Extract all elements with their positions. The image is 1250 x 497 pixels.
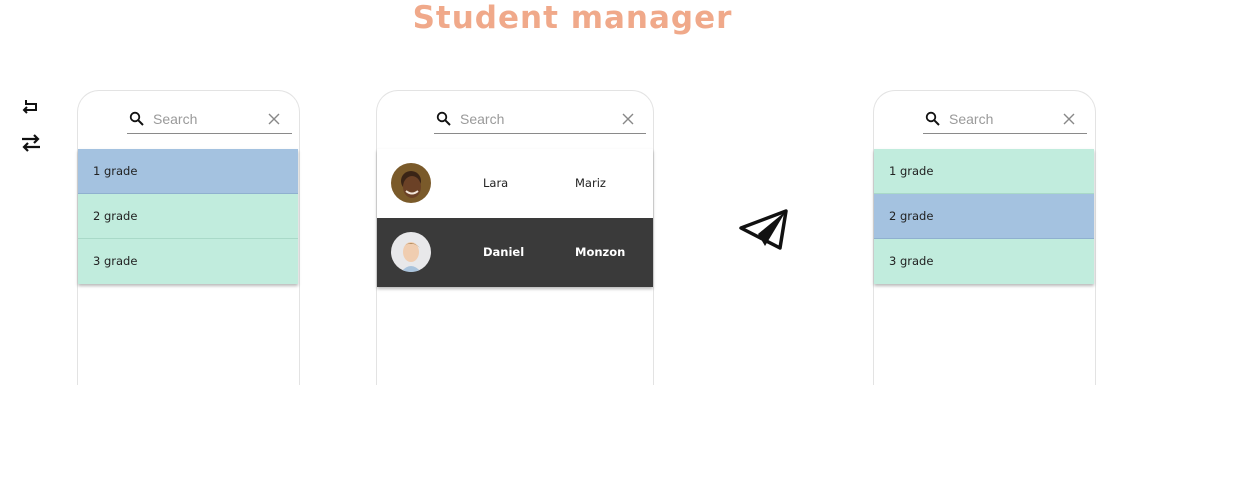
grade-item-2[interactable]: 2 grade <box>874 194 1094 239</box>
avatar <box>391 232 431 272</box>
grade-list-right: 1 grade 2 grade 3 grade <box>874 149 1094 284</box>
search-bar-right <box>923 107 1087 134</box>
search-bar-middle <box>434 107 646 134</box>
grade-item-2[interactable]: 2 grade <box>78 194 298 239</box>
grade-list-left: 1 grade 2 grade 3 grade <box>78 149 298 284</box>
student-row[interactable]: Daniel Monzon <box>377 218 653 287</box>
grade-item-1[interactable]: 1 grade <box>78 149 298 194</box>
page-title: Student manager <box>412 0 733 36</box>
search-icon <box>925 111 940 126</box>
search-input-right[interactable] <box>949 109 1059 129</box>
search-bar-left <box>127 107 292 134</box>
avatar <box>391 163 431 203</box>
swap-arrows-icon[interactable] <box>20 132 42 154</box>
clear-icon[interactable] <box>268 113 280 125</box>
grade-item-3[interactable]: 3 grade <box>874 239 1094 284</box>
search-input-middle[interactable] <box>460 109 570 129</box>
student-last-name: Mariz <box>575 176 606 190</box>
grade-item-3[interactable]: 3 grade <box>78 239 298 284</box>
grade-item-1[interactable]: 1 grade <box>874 149 1094 194</box>
student-last-name: Monzon <box>575 245 626 259</box>
search-icon <box>436 111 451 126</box>
clear-icon[interactable] <box>1063 113 1075 125</box>
paper-plane-icon[interactable] <box>738 208 790 252</box>
student-list: Lara Mariz Daniel Monzon <box>377 149 653 287</box>
clear-icon[interactable] <box>622 113 634 125</box>
student-row[interactable]: Lara Mariz <box>377 149 653 218</box>
student-first-name: Daniel <box>483 245 525 259</box>
search-icon <box>129 111 144 126</box>
search-input-left[interactable] <box>153 109 263 129</box>
return-arrow-icon[interactable] <box>20 96 42 118</box>
student-first-name: Lara <box>483 176 509 190</box>
